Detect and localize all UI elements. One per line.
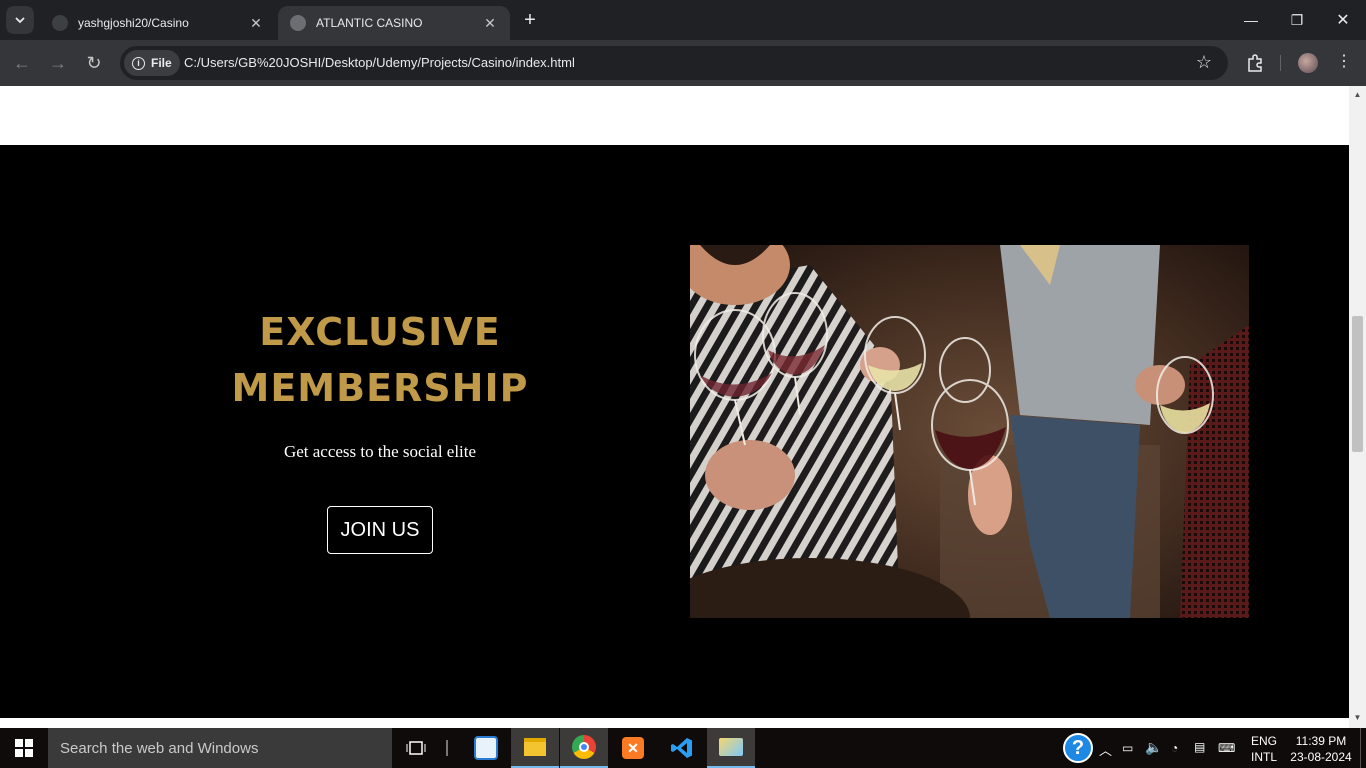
wifi-icon[interactable]: ◔ [1171, 741, 1178, 755]
github-icon [52, 15, 68, 31]
taskbar-app-files[interactable] [707, 728, 755, 768]
tab-title: yashgjoshi20/Casino [78, 16, 189, 30]
url-text[interactable]: C:/Users/GB%20JOSHI/Desktop/Udemy/Projec… [184, 55, 575, 70]
star-icon: ☆ [1195, 52, 1213, 72]
page-viewport: EXCLUSIVE MEMBERSHIP Get access to the s… [0, 86, 1349, 718]
tab-atlantic-casino[interactable]: ATLANTIC CASINO ✕ [278, 6, 510, 40]
help-icon[interactable]: ? [1063, 733, 1093, 763]
chevron-down-icon [15, 17, 25, 24]
taskbar-app-security[interactable] [462, 728, 510, 768]
file-label: File [151, 56, 172, 70]
plus-icon: + [524, 8, 536, 31]
clock-time: 11:39 PM [1295, 734, 1347, 748]
minimize-icon: — [1244, 12, 1258, 28]
taskbar-app-xampp[interactable]: ✕ [609, 728, 657, 768]
windows-logo-icon [15, 739, 33, 757]
site-info-chip[interactable]: i File [124, 50, 180, 76]
vscode-icon [671, 738, 692, 758]
join-us-button[interactable]: JOIN US [327, 506, 433, 554]
restore-icon: ❐ [1290, 11, 1304, 28]
keyboard-icon[interactable]: ⌨ [1218, 741, 1235, 755]
tab-search-button[interactable] [6, 6, 34, 34]
tab-title: ATLANTIC CASINO [316, 16, 423, 30]
new-tab-button[interactable]: + [518, 8, 542, 32]
lang-line-2: INTL [1251, 750, 1278, 764]
membership-subtitle: Get access to the social elite [283, 442, 477, 461]
taskbar-separator [446, 740, 448, 756]
kebab-menu-icon: ⋮ [1336, 53, 1352, 70]
toolbar-divider [1280, 55, 1281, 71]
heading-line-2: MEMBERSHIP [231, 366, 529, 410]
scroll-thumb[interactable] [1352, 316, 1363, 452]
close-window-button[interactable]: ✕ [1320, 0, 1366, 40]
info-icon: i [132, 56, 145, 70]
reload-icon: ↻ [86, 52, 102, 73]
taskbar-app-file-explorer[interactable] [511, 728, 559, 768]
minimize-button[interactable]: — [1228, 0, 1274, 40]
lang-line-1: ENG [1251, 734, 1278, 748]
close-tab-icon[interactable]: ✕ [248, 15, 264, 32]
forward-button[interactable]: → [43, 48, 73, 78]
task-view-icon [406, 741, 426, 755]
chrome-icon [572, 735, 596, 759]
close-icon: ✕ [1336, 12, 1350, 29]
show-desktop-button[interactable] [1360, 728, 1361, 768]
close-tab-icon[interactable]: ✕ [482, 15, 498, 32]
xampp-icon: ✕ [622, 737, 644, 759]
language-indicator[interactable]: ENG INTL [1251, 733, 1277, 765]
avatar[interactable] [1298, 53, 1318, 73]
taskbar-app-vscode[interactable] [658, 728, 706, 768]
notifications-icon[interactable]: ▤ [1194, 740, 1205, 754]
taskbar-search-input[interactable]: Search the web and Windows [48, 728, 392, 768]
scroll-down-icon[interactable]: ▼ [1352, 713, 1363, 723]
show-hidden-icons-chevron[interactable]: ︿ [1099, 740, 1112, 759]
task-view-button[interactable] [392, 728, 440, 768]
membership-heading: EXCLUSIVE MEMBERSHIP [180, 304, 580, 416]
arrow-right-icon: → [49, 52, 67, 73]
tab-github[interactable]: yashgjoshi20/Casino ✕ [40, 6, 276, 40]
bookmark-button[interactable]: ☆ [1192, 52, 1216, 74]
extensions-button[interactable] [1243, 52, 1267, 74]
globe-icon [290, 15, 306, 31]
reload-button[interactable]: ↻ [79, 48, 109, 78]
page-bottom-edge [0, 718, 1349, 728]
nav-section-bottom [0, 86, 1349, 145]
menu-button[interactable]: ⋮ [1336, 51, 1352, 73]
heading-line-1: EXCLUSIVE [259, 310, 501, 354]
folder-icon [524, 738, 546, 756]
clock-date: 23-08-2024 [1290, 750, 1352, 764]
arrow-left-icon: ← [13, 52, 31, 73]
taskbar-app-chrome[interactable] [560, 728, 608, 768]
shield-icon [474, 736, 498, 760]
puzzle-icon [1248, 54, 1262, 72]
start-button[interactable] [0, 728, 48, 768]
scroll-up-icon[interactable]: ▲ [1352, 90, 1363, 100]
battery-icon[interactable]: ▭ [1122, 741, 1133, 755]
restore-button[interactable]: ❐ [1274, 0, 1320, 40]
clock[interactable]: 11:39 PM 23-08-2024 [1288, 733, 1354, 765]
folder-icon [719, 738, 743, 756]
volume-icon[interactable]: 🔈 [1145, 739, 1162, 756]
back-button[interactable]: ← [7, 48, 37, 78]
people-toasting-photo [690, 245, 1249, 618]
